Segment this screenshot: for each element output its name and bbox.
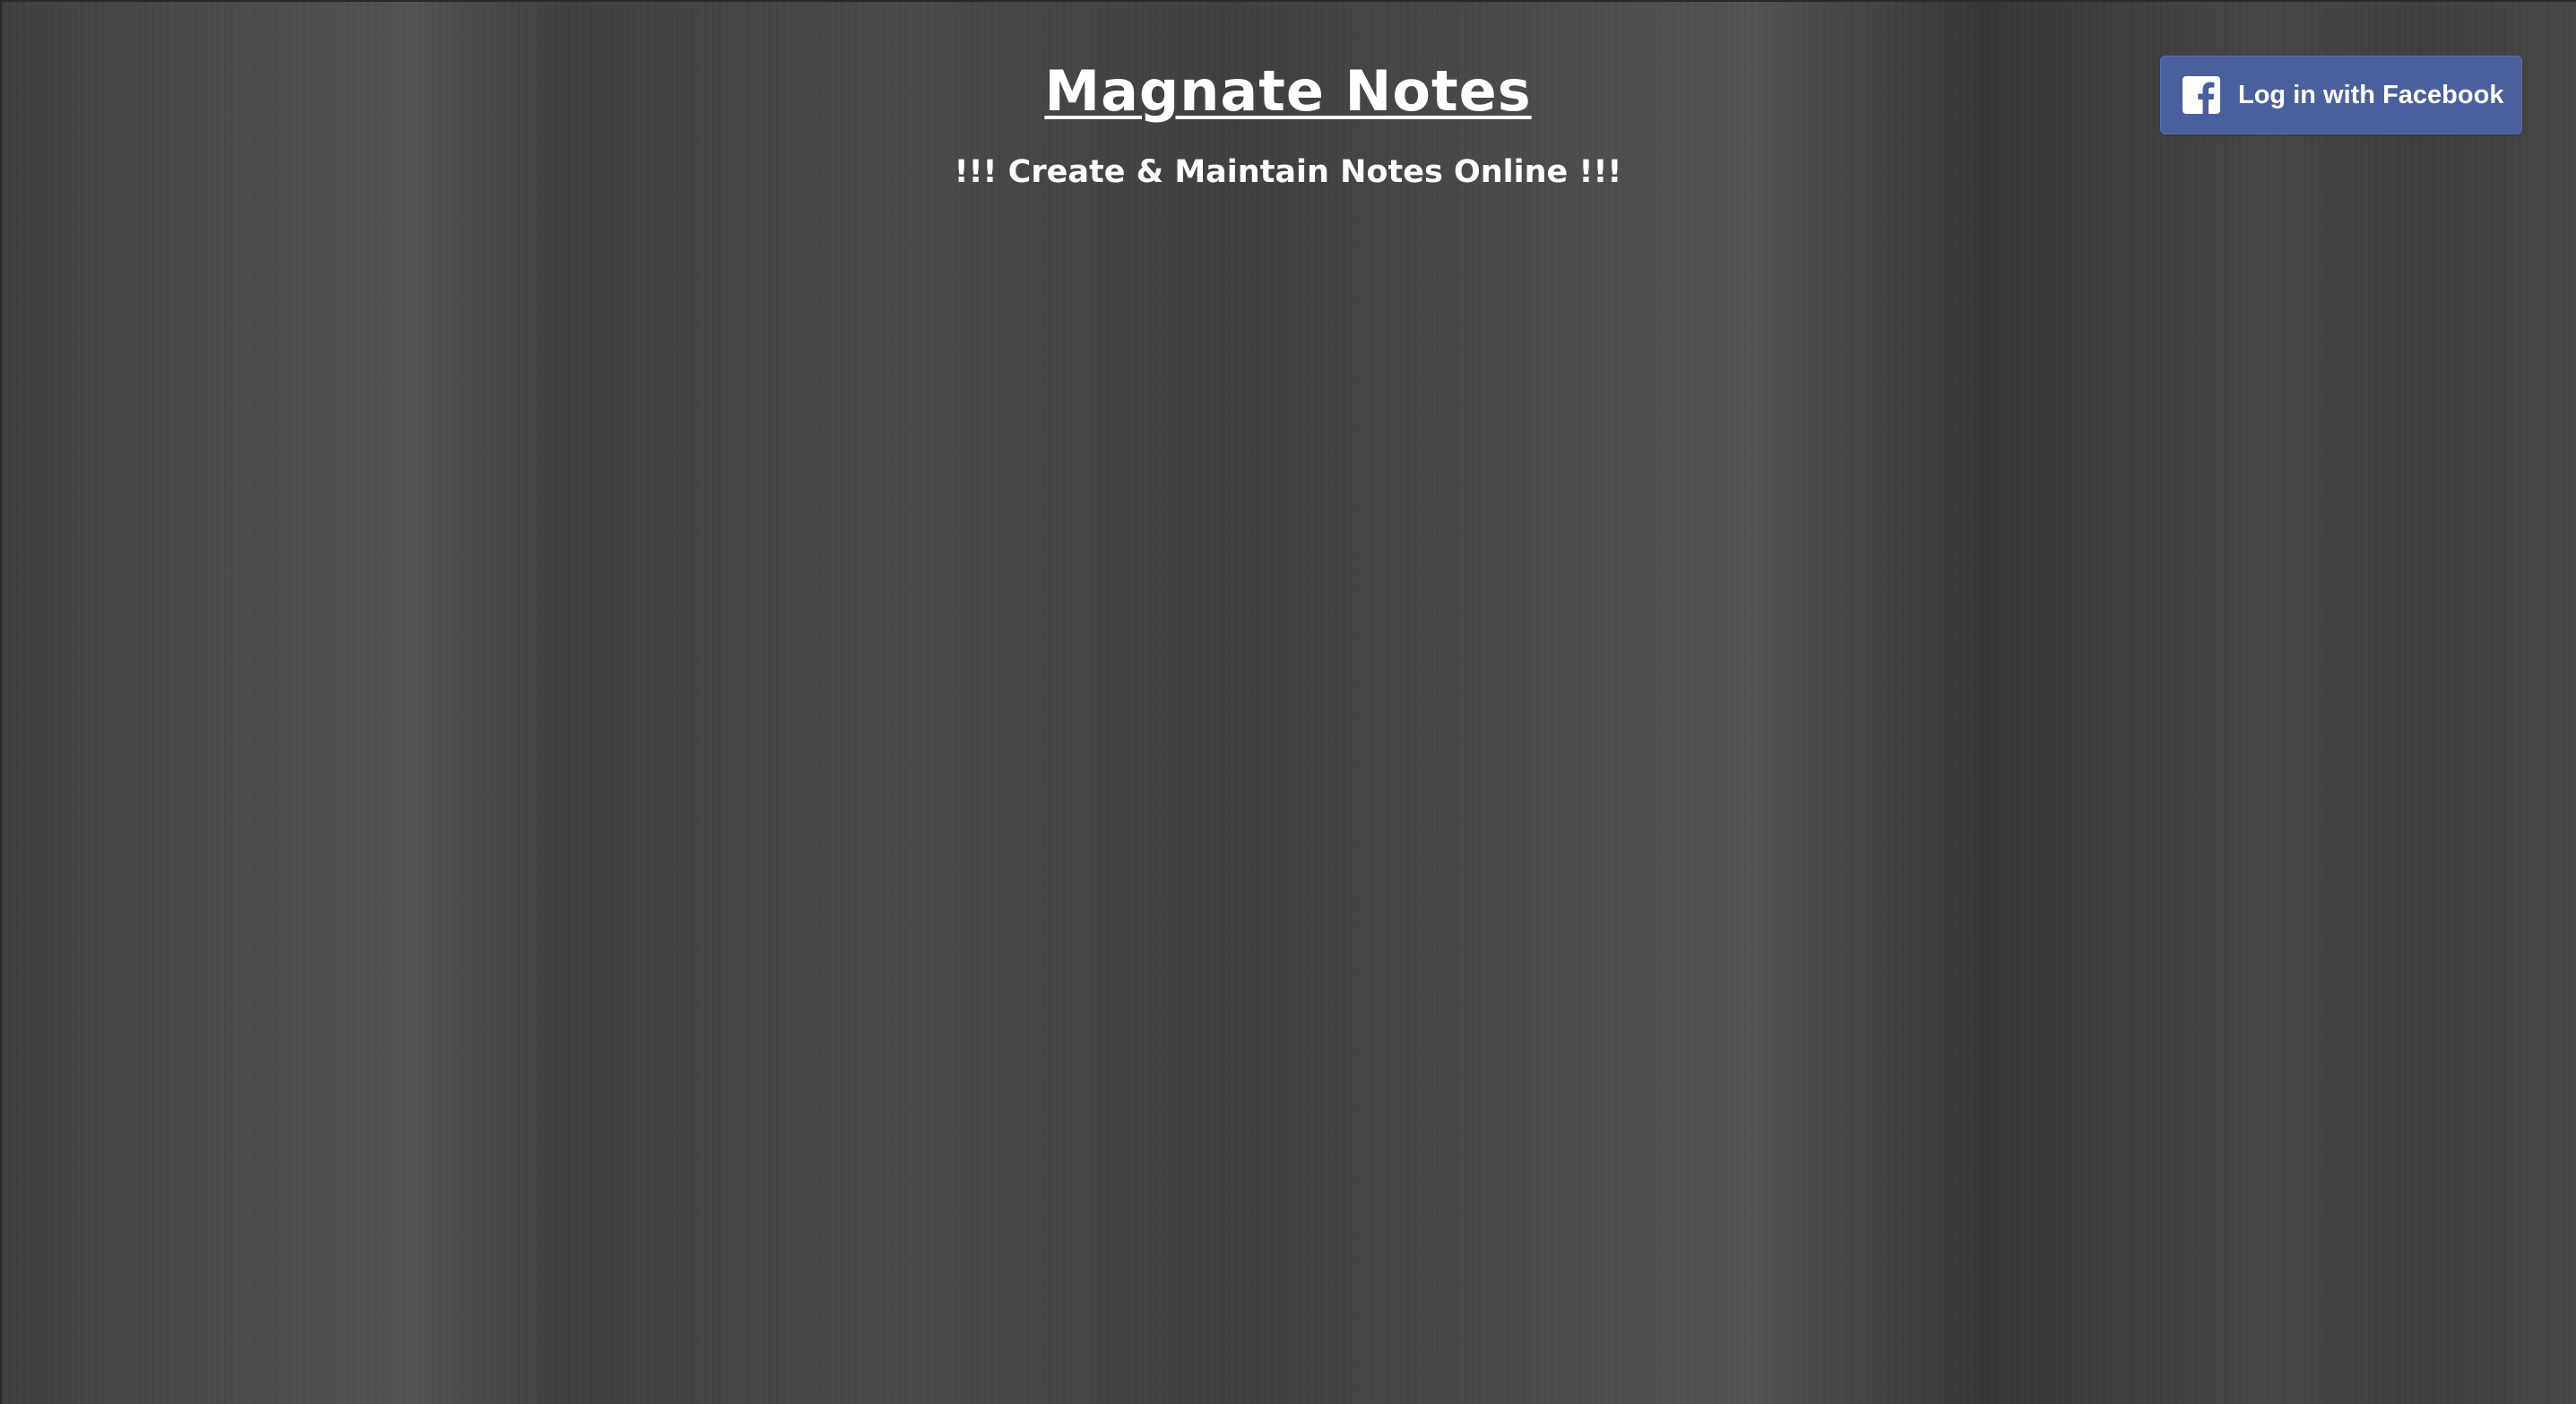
facebook-login-button[interactable]: Log in with Facebook (2160, 56, 2522, 134)
page-frame (0, 0, 2576, 1404)
facebook-login-label: Log in with Facebook (2238, 80, 2504, 109)
page-subtitle: !!! Create & Maintain Notes Online !!! (954, 154, 1622, 190)
facebook-icon (2183, 76, 2220, 114)
